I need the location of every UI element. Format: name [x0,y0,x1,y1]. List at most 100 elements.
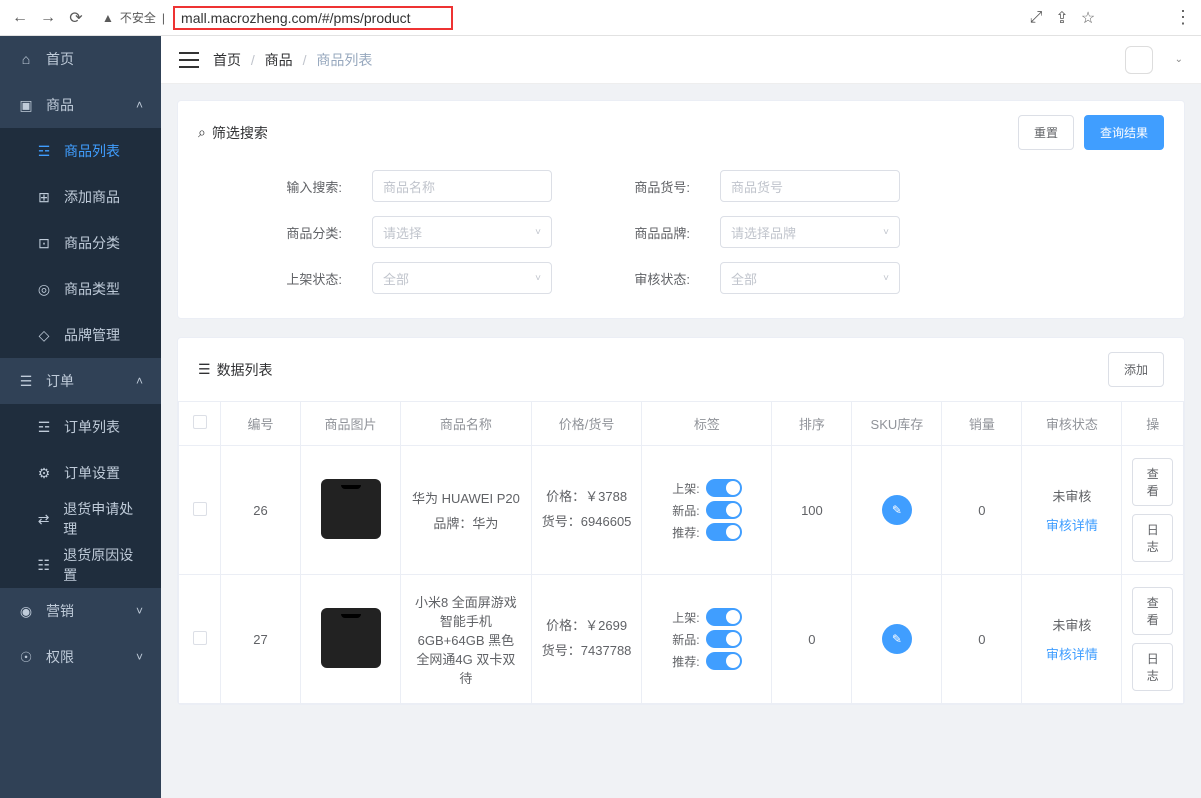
cell-sales: 0 [942,446,1022,575]
insecure-label: 不安全 [120,9,156,26]
sidebar-sub-type[interactable]: ◎ 商品类型 [0,266,161,312]
back-button[interactable]: ← [10,8,30,28]
return-icon: ⇄ [36,511,51,527]
sidebar-sub-category[interactable]: ⊡商品分类 [0,220,161,266]
sidebar-item-permission[interactable]: ☉ 权限 ˅ [0,634,161,680]
filter-card: ⌕ 筛选搜索 重置 查询结果 输入搜索: 商品名称 商品货号: 商品货号 商品分… [177,100,1185,319]
reset-button[interactable]: 重置 [1018,115,1074,150]
th-id: 编号 [221,402,301,446]
chevron-down-icon: ˅ [136,604,143,618]
select-publish[interactable]: 全部˅ [372,262,552,294]
url-input[interactable]: mall.macrozheng.com/#/pms/product [173,6,453,30]
sku-edit-button[interactable]: ✎ [882,495,912,525]
switch-recommend[interactable] [706,652,742,670]
view-button[interactable]: 查看 [1132,458,1173,506]
row-checkbox[interactable] [193,502,207,516]
cell-price: 价格：￥2699货号：7437788 [531,575,642,704]
sidebar-label: 订单设置 [64,463,120,483]
checkbox-all[interactable] [193,415,207,429]
order-icon: ☰ [18,373,34,389]
cell-price: 价格：￥3788货号：6946605 [531,446,642,575]
apple-logo-icon[interactable] [1125,46,1153,74]
chevron-up-icon: ˄ [136,374,143,388]
target-icon: ◉ [18,603,34,619]
switch-new[interactable] [706,501,742,519]
audit-detail-link[interactable]: 审核详情 [1032,515,1111,534]
switch-recommend[interactable] [706,523,742,541]
share-icon[interactable]: ⇪ [1053,9,1071,27]
switch-publish[interactable] [706,479,742,497]
search-icon: ⌕ [198,124,206,141]
list-icon: ☰ [198,361,211,378]
input-sn[interactable]: 商品货号 [720,170,900,202]
label-publish: 上架状态: [238,269,348,288]
chevron-down-icon: ˅ [136,650,143,664]
sidebar-item-home[interactable]: ⌂ 首页 [0,36,161,82]
th-sales: 销量 [942,402,1022,446]
product-table: 编号商品图片商品名称价格/货号标签排序SKU库存销量审核状态操 26 华为 HU… [178,401,1184,704]
row-checkbox[interactable] [193,631,207,645]
cell-name: 华为 HUAWEI P20品牌：华为 [401,446,532,575]
crumb-product[interactable]: 商品 [265,52,293,68]
reload-button[interactable]: ⟳ [66,8,86,28]
select-category[interactable]: 请选择˅ [372,216,552,248]
ring-icon: ◎ [36,281,52,297]
crumb-home[interactable]: 首页 [213,52,241,68]
cell-sales: 0 [942,575,1022,704]
kebab-menu-icon[interactable]: ⋮ [1173,9,1191,27]
audit-detail-link[interactable]: 审核详情 [1032,644,1111,663]
sidebar-sub-return-reason[interactable]: ☷退货原因设置 [0,542,161,588]
cell-id: 26 [221,446,301,575]
sidebar-sub-return-apply[interactable]: ⇄ 退货申请处理 [0,496,161,542]
sidebar-label: 权限 [46,647,74,667]
th-audit: 审核状态 [1022,402,1122,446]
sidebar-sub-order-setting[interactable]: ⚙订单设置 [0,450,161,496]
add-button[interactable]: 添加 [1108,352,1164,387]
select-verify[interactable]: 全部˅ [720,262,900,294]
search-button[interactable]: 查询结果 [1084,115,1164,150]
log-button[interactable]: 日志 [1132,643,1173,691]
sidebar-sub-order-list[interactable]: ☲订单列表 [0,404,161,450]
view-button[interactable]: 查看 [1132,587,1173,635]
filter-title: 筛选搜索 [212,123,268,143]
browser-toolbar: ← → ⟳ ▲ 不安全 | mall.macrozheng.com/#/pms/… [0,0,1201,36]
star-icon[interactable]: ☆ [1079,9,1097,27]
sidebar-item-order[interactable]: ☰ 订单 ˄ [0,358,161,404]
table-row: 26 华为 HUAWEI P20品牌：华为 价格：￥3788货号：6946605… [179,446,1184,575]
product-image [321,608,381,668]
input-name[interactable]: 商品名称 [372,170,552,202]
grid-icon: ⊡ [36,235,52,251]
crumb-current: 商品列表 [316,52,372,68]
sidebar-sub-brand[interactable]: ◇品牌管理 [0,312,161,358]
sku-edit-button[interactable]: ✎ [882,624,912,654]
cell-name: 小米8 全面屏游戏智能手机 6GB+64GB 黑色 全网通4G 双卡双待 [401,575,532,704]
zoom-icon[interactable]: ⤢ [1027,9,1045,27]
switch-new[interactable] [706,630,742,648]
box-icon: ▣ [18,97,34,113]
chevron-down-icon[interactable]: ⌄ [1175,54,1183,65]
topbar: 首页 / 商品 / 商品列表 ⌄ [161,36,1201,84]
sidebar-label: 商品列表 [64,141,120,161]
label-category: 商品分类: [238,223,348,242]
sidebar-item-marketing[interactable]: ◉ 营销 ˅ [0,588,161,634]
sidebar-sub-product-add[interactable]: ⊞添加商品 [0,174,161,220]
shield-icon: ☉ [18,649,34,665]
select-brand[interactable]: 请选择品牌˅ [720,216,900,248]
doc-icon: ☷ [36,557,51,573]
label-sn: 商品货号: [576,177,696,196]
hamburger-icon[interactable] [179,52,199,68]
sidebar-label: 订单 [46,371,74,391]
label-name: 输入搜索: [238,177,348,196]
forward-button[interactable]: → [38,8,58,28]
cell-audit: 未审核审核详情 [1022,446,1122,575]
sidebar-label: 订单列表 [64,417,120,437]
sidebar-sub-product-list[interactable]: ☲ 商品列表 [0,128,161,174]
sidebar-item-product[interactable]: ▣ 商品 ˄ [0,82,161,128]
sidebar-label: 退货申请处理 [63,499,143,539]
plus-icon: ⊞ [36,189,52,205]
log-button[interactable]: 日志 [1132,514,1173,562]
list-icon: ☲ [36,143,52,159]
sidebar-label: 商品类型 [64,279,120,299]
tag-icon: ◇ [36,327,52,343]
switch-publish[interactable] [706,608,742,626]
